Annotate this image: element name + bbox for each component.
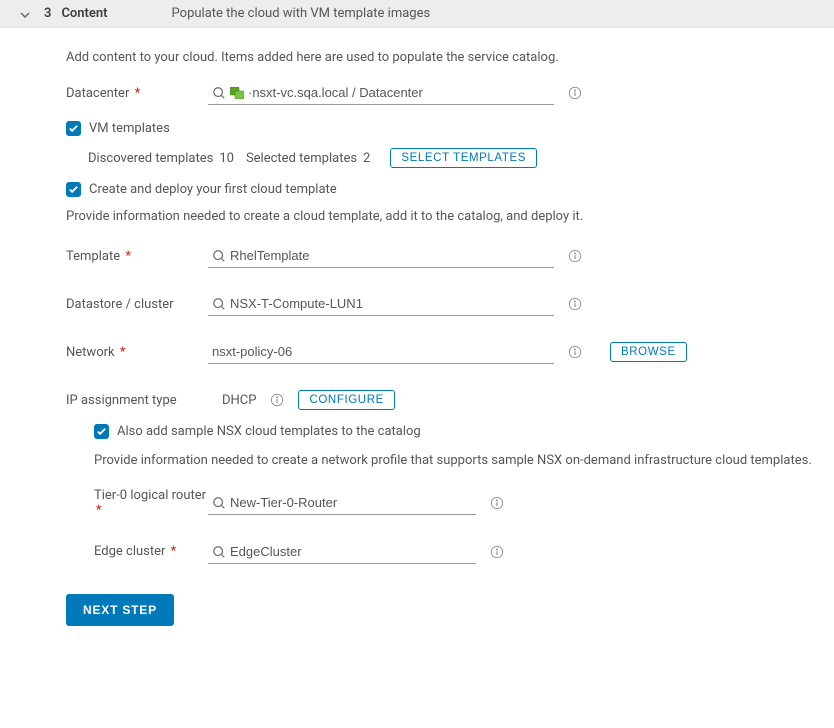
info-icon[interactable] (568, 86, 582, 100)
ip-assignment-row: IP assignment type DHCP CONFIGURE (66, 386, 814, 414)
footer: NEXT STEP (66, 594, 814, 626)
template-label: Template * (66, 249, 208, 264)
vm-templates-label: VM templates (89, 121, 170, 136)
datacenter-label: Datacenter * (66, 86, 208, 101)
info-icon[interactable] (490, 496, 504, 510)
tier0-row: Tier-0 logical router * (94, 488, 814, 518)
vm-templates-checkbox-row: VM templates (66, 121, 814, 136)
tier0-label: Tier-0 logical router * (94, 488, 208, 518)
nsx-label: Also add sample NSX cloud templates to t… (117, 424, 421, 439)
step-description: Populate the cloud with VM template imag… (172, 6, 431, 21)
info-icon[interactable] (568, 345, 582, 359)
intro-text: Add content to your cloud. Items added h… (66, 50, 814, 65)
nsx-checkbox[interactable] (94, 424, 109, 439)
discovered-label: Discovered templates (88, 151, 213, 166)
tier0-input[interactable] (208, 491, 476, 515)
browse-button[interactable]: BROWSE (610, 342, 687, 362)
template-row: Template * (66, 242, 814, 270)
network-label: Network * (66, 345, 208, 360)
configure-button[interactable]: CONFIGURE (298, 390, 394, 410)
nsx-section: Also add sample NSX cloud templates to t… (94, 424, 814, 566)
datacenter-input[interactable] (208, 81, 554, 105)
nsx-checkbox-row: Also add sample NSX cloud templates to t… (94, 424, 814, 439)
create-deploy-checkbox[interactable] (66, 182, 81, 197)
step-header[interactable]: 3 Content Populate the cloud with VM tem… (0, 0, 834, 28)
step-number: 3 (44, 6, 51, 21)
create-deploy-label: Create and deploy your first cloud templ… (89, 182, 337, 197)
next-step-button[interactable]: NEXT STEP (66, 594, 174, 626)
info-icon[interactable] (568, 297, 582, 311)
info-icon[interactable] (490, 545, 504, 559)
create-deploy-checkbox-row: Create and deploy your first cloud templ… (66, 182, 814, 197)
create-deploy-intro: Provide information needed to create a c… (66, 209, 814, 224)
edge-cluster-label: Edge cluster * (94, 544, 208, 559)
datastore-label: Datastore / cluster (66, 297, 208, 312)
info-icon[interactable] (568, 249, 582, 263)
datacenter-row: Datacenter * (66, 79, 814, 107)
content-area: Add content to your cloud. Items added h… (0, 28, 834, 640)
edge-cluster-input[interactable] (208, 540, 476, 564)
discovered-count: 10 (219, 151, 234, 166)
network-input[interactable] (208, 340, 554, 364)
datastore-input[interactable] (208, 292, 554, 316)
ip-value: DHCP (222, 393, 256, 408)
nsx-description: Provide information needed to create a n… (94, 451, 814, 472)
selected-label: Selected templates (246, 151, 357, 166)
selected-count: 2 (363, 151, 370, 166)
select-templates-button[interactable]: SELECT TEMPLATES (390, 148, 537, 168)
template-input[interactable] (208, 244, 554, 268)
step-title: Content (61, 6, 107, 21)
datastore-row: Datastore / cluster (66, 290, 814, 318)
templates-summary: Discovered templates 10 Selected templat… (88, 148, 814, 168)
ip-label: IP assignment type (66, 393, 208, 408)
info-icon[interactable] (270, 393, 284, 407)
edge-cluster-row: Edge cluster * (94, 538, 814, 566)
network-row: Network * BROWSE (66, 338, 814, 366)
chevron-down-icon (20, 7, 34, 21)
vm-templates-checkbox[interactable] (66, 121, 81, 136)
